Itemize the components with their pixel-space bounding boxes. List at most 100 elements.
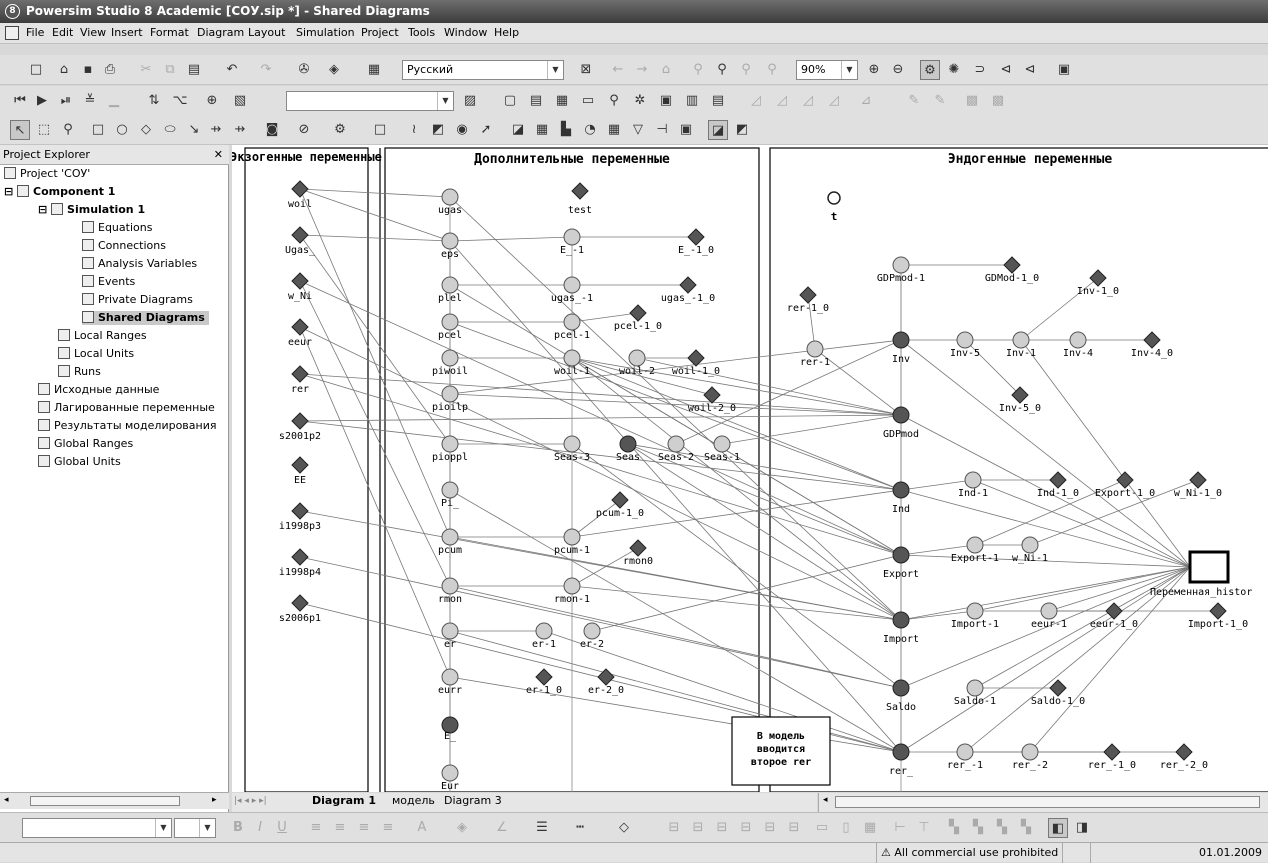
- link-line[interactable]: [627, 443, 902, 491]
- node-test[interactable]: test: [568, 182, 592, 216]
- node-shape[interactable]: [563, 577, 581, 595]
- node-ee[interactable]: EE: [291, 456, 309, 486]
- crosshair-icon[interactable]: ⊕: [202, 91, 222, 111]
- node-piwoil[interactable]: piwoil: [432, 349, 468, 377]
- line-color-icon[interactable]: ∠: [492, 818, 512, 838]
- zoom-out-icon[interactable]: ⊖: [888, 60, 908, 80]
- document-icon[interactable]: [5, 26, 19, 40]
- home-icon[interactable]: ⌂: [656, 60, 676, 80]
- size-select[interactable]: ▼: [174, 818, 216, 838]
- explorer-hscrollbar[interactable]: ◂ ▸: [0, 792, 229, 809]
- node-shape[interactable]: [441, 622, 459, 640]
- node-shape[interactable]: [667, 435, 685, 453]
- node-shape[interactable]: [892, 481, 910, 499]
- report-icon[interactable]: ▥: [682, 91, 702, 111]
- node-s2006p1[interactable]: s2006p1: [279, 594, 321, 624]
- slider-control-icon[interactable]: ⊣: [652, 120, 672, 140]
- node-ugas_-1_0[interactable]: ugas_-1_0: [661, 276, 715, 304]
- scroll-right-icon[interactable]: ▸: [212, 795, 217, 805]
- link-line[interactable]: [449, 321, 902, 491]
- tree-connections[interactable]: Connections: [82, 239, 166, 253]
- node-pcum[interactable]: pcum: [438, 528, 462, 556]
- forward-icon[interactable]: →: [632, 60, 652, 80]
- node-inv-4[interactable]: Inv-4: [1063, 331, 1093, 359]
- node-shape[interactable]: [441, 188, 459, 206]
- menu-edit[interactable]: Edit: [52, 26, 73, 39]
- node-shape[interactable]: [956, 743, 974, 761]
- node-shape[interactable]: [1040, 602, 1058, 620]
- cloud-icon[interactable]: ⬭: [160, 120, 180, 140]
- node-shape[interactable]: [441, 435, 459, 453]
- menu-diagram[interactable]: Diagram: [197, 26, 244, 39]
- node-shape[interactable]: [703, 386, 721, 404]
- node-shape[interactable]: [441, 481, 459, 499]
- node-er-2_0[interactable]: er-2_0: [588, 668, 624, 696]
- node-t[interactable]: t: [827, 191, 841, 223]
- display-icon[interactable]: ▣: [1054, 60, 1074, 80]
- layout-7-icon[interactable]: ▭: [812, 818, 832, 838]
- tree-runs[interactable]: Runs: [58, 365, 101, 379]
- node-ugas[interactable]: ugas: [438, 188, 462, 216]
- filter-icon[interactable]: ⊠: [576, 60, 596, 80]
- node-shape[interactable]: [713, 435, 731, 453]
- node-shape[interactable]: [892, 256, 910, 274]
- node-shape[interactable]: [291, 456, 309, 474]
- link-icon[interactable]: ⊘: [294, 120, 314, 140]
- node-pi_[interactable]: Pi_: [441, 481, 460, 509]
- tab-first-icon[interactable]: |◂ ◂ ▸ ▸|: [234, 796, 267, 806]
- node-shape[interactable]: [1089, 269, 1107, 287]
- node-woil[interactable]: woil: [288, 180, 312, 210]
- node-shape[interactable]: [619, 435, 637, 453]
- link-mode-icon[interactable]: ⊃: [970, 60, 990, 80]
- node-shape[interactable]: [291, 226, 309, 244]
- node-shape[interactable]: [563, 228, 581, 246]
- node-shape[interactable]: [291, 180, 309, 198]
- order-1-icon[interactable]: ▚: [944, 818, 964, 838]
- link-line[interactable]: [571, 357, 902, 621]
- node-seas-3[interactable]: Seas-3: [554, 435, 590, 463]
- size-icon[interactable]: ⊿: [856, 91, 876, 111]
- node-shape[interactable]: [1012, 331, 1030, 349]
- align-right-icon[interactable]: ◿: [798, 91, 818, 111]
- calendar-icon[interactable]: ▦: [604, 120, 624, 140]
- node-shape[interactable]: [563, 276, 581, 294]
- node-shape[interactable]: [1189, 471, 1207, 489]
- node-pcum-1_0[interactable]: pcum-1_0: [596, 491, 644, 519]
- lasso-icon[interactable]: ⬚: [34, 120, 54, 140]
- node-shape[interactable]: [629, 304, 647, 322]
- gauge-icon[interactable]: ◔: [580, 120, 600, 140]
- node-seas-2[interactable]: Seas-2: [658, 435, 694, 463]
- node-i1998p4[interactable]: i1998p4: [279, 548, 321, 578]
- diagram-canvas[interactable]: Экзогенные переменные Дополнительные пер…: [232, 145, 1268, 792]
- node-eeur-1_0[interactable]: eeur-1_0: [1090, 602, 1138, 630]
- find-prev-icon[interactable]: ⚲: [736, 60, 756, 80]
- node-ind[interactable]: Ind: [892, 481, 910, 515]
- input-icon[interactable]: ▣: [676, 120, 696, 140]
- node-shape[interactable]: [892, 743, 910, 761]
- node-shape[interactable]: [535, 622, 553, 640]
- node-er-1_0[interactable]: er-1_0: [526, 668, 562, 696]
- node-er-2[interactable]: er-2: [580, 622, 604, 650]
- brush-icon[interactable]: ✎: [904, 91, 924, 111]
- menu-file[interactable]: File: [26, 26, 44, 39]
- replace-icon[interactable]: ⚲: [762, 60, 782, 80]
- monitor-icon[interactable]: ▣: [656, 91, 676, 111]
- bar-chart-icon[interactable]: ▙: [556, 120, 576, 140]
- node-shape[interactable]: [1209, 602, 1227, 620]
- line-chart-icon[interactable]: ◪: [508, 120, 528, 140]
- tree-global-units[interactable]: Global Units: [38, 455, 121, 469]
- menu-window[interactable]: Window: [444, 26, 487, 39]
- link-line[interactable]: [299, 280, 451, 587]
- link-line[interactable]: [299, 188, 451, 198]
- node-inv-1_0[interactable]: Inv-1_0: [1077, 269, 1119, 297]
- line-icon[interactable]: ↘: [184, 120, 204, 140]
- run-select[interactable]: ▼: [286, 91, 454, 111]
- node-shape[interactable]: [441, 349, 459, 367]
- rectangle-icon[interactable]: □: [88, 120, 108, 140]
- node-shape[interactable]: [441, 764, 459, 782]
- italic-icon[interactable]: I: [250, 818, 270, 838]
- node-shape[interactable]: [563, 313, 581, 331]
- order-2-icon[interactable]: ▚: [968, 818, 988, 838]
- node-rer_-2[interactable]: rer_-2: [1012, 743, 1048, 771]
- node-shape[interactable]: [892, 611, 910, 629]
